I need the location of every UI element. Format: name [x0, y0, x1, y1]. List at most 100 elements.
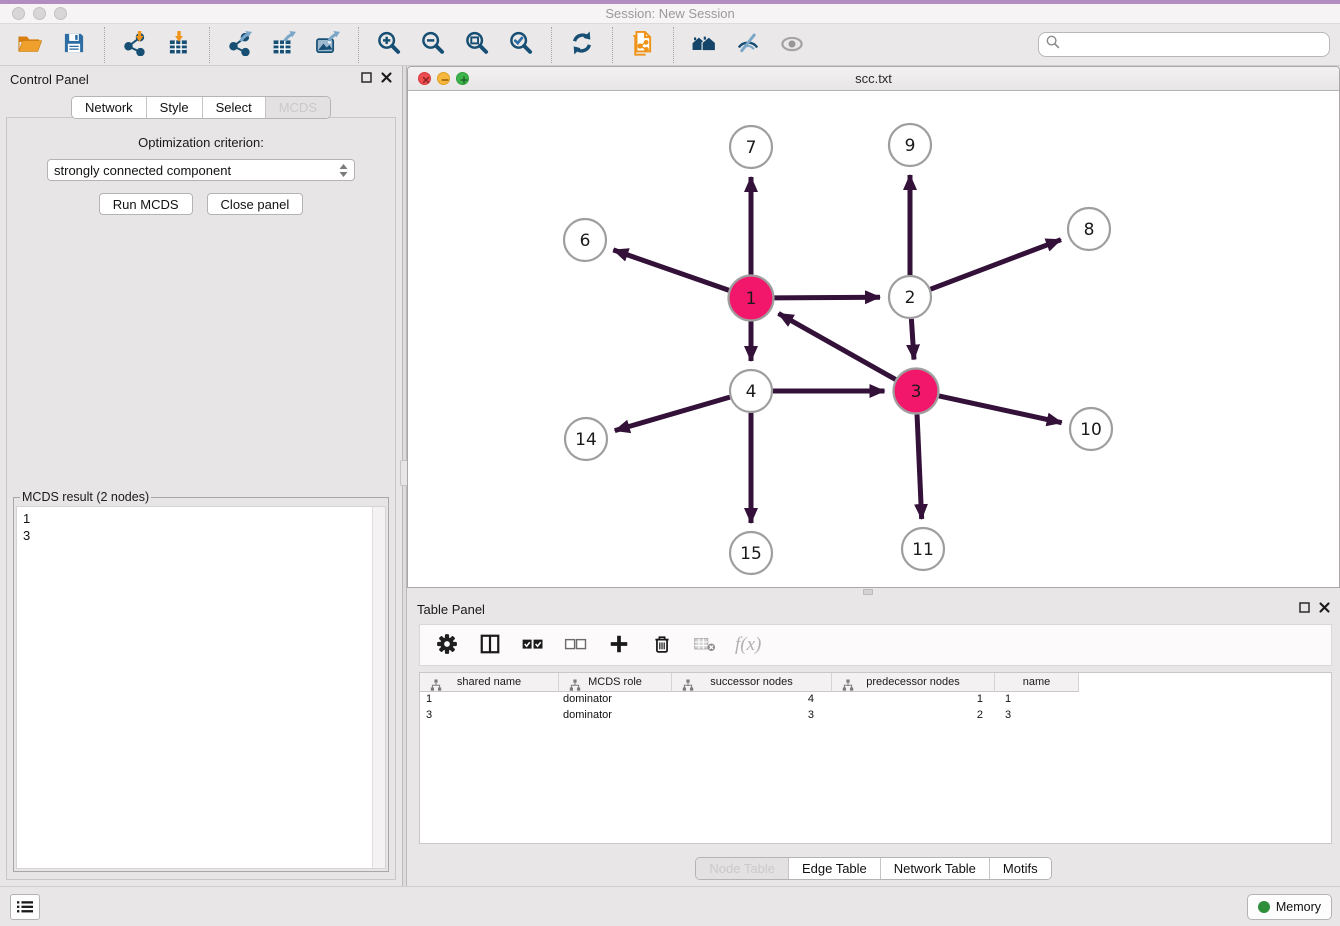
- export-network-button[interactable]: [225, 30, 255, 60]
- open-folder-icon: [17, 30, 43, 59]
- horizontal-splitter-handle[interactable]: [863, 589, 873, 595]
- grid-x-icon: [693, 634, 717, 657]
- show-column-panel-button[interactable]: [477, 632, 503, 658]
- table-close-panel-icon[interactable]: [1319, 600, 1330, 618]
- column-header-successor-nodes[interactable]: successor nodes: [672, 673, 832, 692]
- graph-node-label-1: 1: [746, 289, 757, 309]
- horizontal-splitter[interactable]: [407, 588, 1340, 596]
- table-cell[interactable]: 1: [995, 692, 1079, 708]
- network-window-titlebar[interactable]: scc.txt: [408, 67, 1339, 91]
- export-image-button[interactable]: [313, 30, 343, 60]
- column-label: MCDS role: [588, 676, 642, 688]
- graph-node-label-8: 8: [1084, 220, 1095, 240]
- task-list-icon: [16, 899, 34, 915]
- select-all-columns-button[interactable]: [520, 632, 546, 658]
- save-session-button[interactable]: [59, 30, 89, 60]
- search-box[interactable]: [1038, 32, 1330, 57]
- graph-edge-4-14[interactable]: [615, 397, 730, 430]
- open-session-button[interactable]: [15, 30, 45, 60]
- network-minimize-button[interactable]: [437, 72, 450, 85]
- open-network-file-button[interactable]: [628, 30, 658, 60]
- import-table-button[interactable]: [164, 30, 194, 60]
- zoom-fit-button[interactable]: [462, 30, 492, 60]
- close-panel-button[interactable]: Close panel: [207, 193, 304, 215]
- create-new-column-button[interactable]: [606, 632, 632, 658]
- graph-edge-3-11[interactable]: [917, 414, 922, 519]
- toolbar-group: [551, 27, 612, 63]
- graph-node-label-10: 10: [1080, 420, 1102, 440]
- graph-edge-2-3[interactable]: [911, 319, 914, 360]
- search-input[interactable]: [1061, 35, 1329, 55]
- tab-edge-table[interactable]: Edge Table: [788, 858, 880, 879]
- table-cell[interactable]: 1: [832, 692, 995, 708]
- column-header-MCDS-role[interactable]: MCDS role: [559, 673, 672, 692]
- table-float-panel-icon[interactable]: [1299, 600, 1310, 618]
- unselect-all-columns-button[interactable]: [563, 632, 589, 658]
- table-cell[interactable]: 3: [995, 708, 1079, 724]
- column-header-name[interactable]: name: [995, 673, 1079, 692]
- close-panel-icon[interactable]: [381, 70, 392, 88]
- graph-edge-1-2[interactable]: [774, 297, 880, 298]
- table-cell[interactable]: 4: [672, 692, 832, 708]
- graph-node-label-15: 15: [740, 544, 762, 564]
- tab-network-table[interactable]: Network Table: [880, 858, 989, 879]
- network-close-button[interactable]: [418, 72, 431, 85]
- column-header-predecessor-nodes[interactable]: predecessor nodes: [832, 673, 995, 692]
- float-panel-icon[interactable]: [361, 70, 372, 88]
- criterion-select[interactable]: strongly connected component: [47, 159, 355, 181]
- zoom-fit-icon: [464, 30, 490, 59]
- zoom-in-button[interactable]: [374, 30, 404, 60]
- trash-icon: [651, 633, 673, 658]
- apply-preferred-layout-button[interactable]: [567, 30, 597, 60]
- table-row[interactable]: 3dominator323: [420, 708, 1331, 724]
- graph-edge-1-6[interactable]: [613, 250, 728, 290]
- search-icon: [1045, 34, 1061, 55]
- tab-motifs[interactable]: Motifs: [989, 858, 1051, 879]
- graph-node-label-9: 9: [905, 136, 916, 156]
- task-history-button[interactable]: [10, 894, 40, 920]
- table-cell[interactable]: 2: [832, 708, 995, 724]
- table-cell[interactable]: 3: [420, 708, 559, 724]
- delete-table-button: [692, 632, 718, 658]
- export-table-button[interactable]: [269, 30, 299, 60]
- tab-select[interactable]: Select: [202, 97, 265, 118]
- uncheck-all-icon: [564, 634, 588, 657]
- home-button[interactable]: [689, 30, 719, 60]
- table-mode-button[interactable]: [434, 632, 460, 658]
- memory-button[interactable]: Memory: [1247, 894, 1332, 920]
- select-stepper-icon: [339, 164, 348, 177]
- table-tabbar: Node TableEdge TableNetwork TableMotifs: [695, 857, 1051, 880]
- network-maximize-button[interactable]: [456, 72, 469, 85]
- table-row[interactable]: 1dominator411: [420, 692, 1331, 708]
- table-cell[interactable]: dominator: [559, 692, 672, 708]
- column-label: shared name: [457, 676, 521, 688]
- zoom-selected-button[interactable]: [506, 30, 536, 60]
- graph-edge-2-8[interactable]: [931, 240, 1061, 290]
- tab-node-table[interactable]: Node Table: [696, 858, 788, 879]
- table-cell[interactable]: 1: [420, 692, 559, 708]
- table-cell[interactable]: dominator: [559, 708, 672, 724]
- eye-icon: [779, 30, 805, 59]
- tab-network[interactable]: Network: [72, 97, 146, 118]
- delete-columns-button[interactable]: [649, 632, 675, 658]
- tab-style[interactable]: Style: [146, 97, 202, 118]
- column-header-shared-name[interactable]: shared name: [420, 673, 559, 692]
- toggle-graphics-details-button[interactable]: [733, 30, 763, 60]
- plus-icon: [608, 633, 630, 658]
- run-mcds-button[interactable]: Run MCDS: [99, 193, 193, 215]
- table-cell[interactable]: 3: [672, 708, 832, 724]
- mcds-result-title: MCDS result (2 nodes): [20, 490, 151, 504]
- network-canvas[interactable]: 1234678910111415: [408, 91, 1339, 587]
- mcds-result-box: MCDS result (2 nodes) 13: [13, 490, 389, 872]
- graph-edge-3-10[interactable]: [939, 396, 1062, 423]
- main-toolbar: [0, 24, 1340, 66]
- mcds-result-area[interactable]: 13: [16, 506, 386, 869]
- toolbar-group: [0, 27, 104, 63]
- tab-mcds[interactable]: MCDS: [265, 97, 330, 118]
- zoom-out-button[interactable]: [418, 30, 448, 60]
- graph-edge-3-1[interactable]: [778, 313, 895, 379]
- result-scrollbar[interactable]: [372, 507, 385, 868]
- network-file-icon: [630, 30, 656, 59]
- import-network-button[interactable]: [120, 30, 150, 60]
- column-label: name: [1023, 676, 1051, 688]
